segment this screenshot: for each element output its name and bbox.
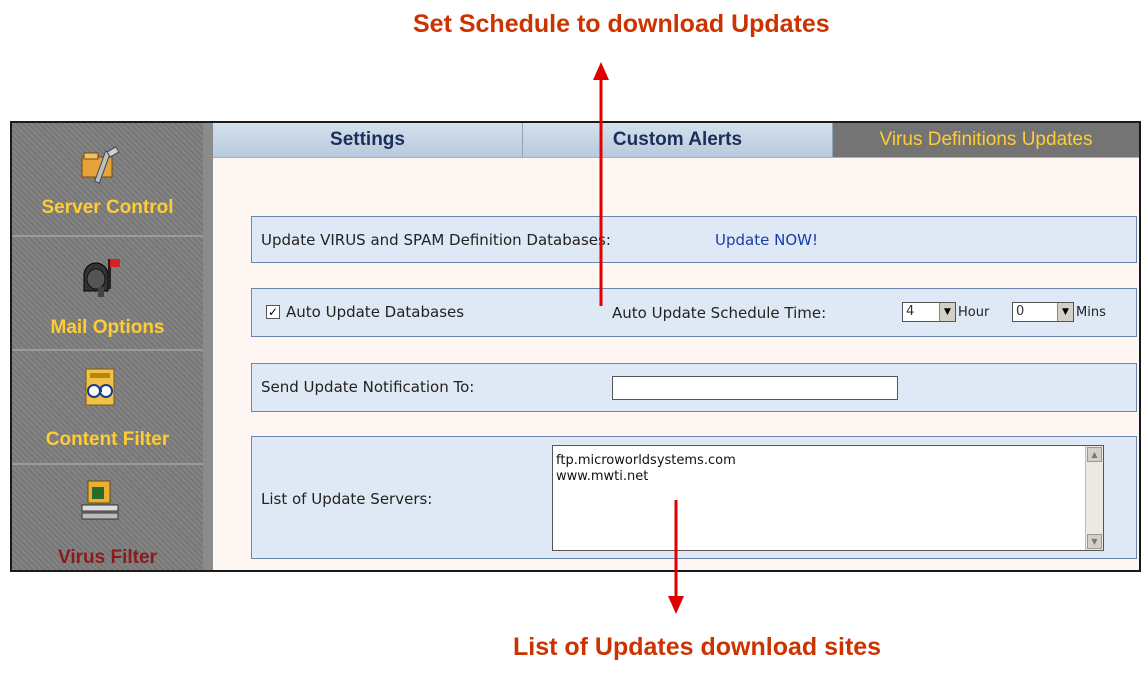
hour-select[interactable]: 4 ▼: [902, 302, 956, 322]
servers-arrow-head: [668, 596, 684, 614]
notification-panel: Send Update Notification To:: [251, 363, 1137, 412]
mins-label: Mins: [1076, 305, 1106, 320]
mins-value: 0: [1016, 304, 1025, 319]
content-area: Update VIRUS and SPAM Definition Databas…: [10, 121, 1141, 572]
update-servers-label: List of Update Servers:: [261, 490, 433, 508]
update-servers-textarea[interactable]: ftp.microworldsystems.com www.mwti.net ▲…: [552, 445, 1104, 551]
mins-select[interactable]: 0 ▼: [1012, 302, 1074, 322]
schedule-arrow-head: [593, 62, 609, 80]
server-entry: www.mwti.net: [556, 469, 649, 484]
textarea-scrollbar[interactable]: ▲ ▼: [1085, 446, 1103, 550]
update-servers-panel: List of Update Servers: ftp.microworldsy…: [251, 436, 1137, 559]
notification-email-field[interactable]: [612, 376, 898, 400]
auto-update-checkbox[interactable]: ✓: [266, 305, 280, 319]
update-now-link[interactable]: Update NOW!: [715, 231, 818, 249]
update-now-panel: Update VIRUS and SPAM Definition Databas…: [251, 216, 1137, 263]
hour-dropdown-arrow-icon[interactable]: ▼: [939, 303, 955, 321]
hour-value: 4: [906, 304, 915, 319]
mins-dropdown-arrow-icon[interactable]: ▼: [1057, 303, 1073, 321]
scroll-down-icon[interactable]: ▼: [1087, 534, 1102, 549]
auto-update-panel: ✓ Auto Update Databases Auto Update Sche…: [251, 288, 1137, 337]
schedule-callout: Set Schedule to download Updates: [413, 10, 830, 38]
hour-label: Hour: [958, 305, 990, 320]
notification-label: Send Update Notification To:: [261, 378, 475, 396]
scroll-up-icon[interactable]: ▲: [1087, 447, 1102, 462]
schedule-time-label: Auto Update Schedule Time:: [612, 304, 827, 322]
auto-update-label: Auto Update Databases: [286, 303, 465, 321]
update-databases-label: Update VIRUS and SPAM Definition Databas…: [261, 231, 611, 249]
servers-callout: List of Updates download sites: [513, 633, 882, 661]
server-entry: ftp.microworldsystems.com: [556, 453, 736, 468]
